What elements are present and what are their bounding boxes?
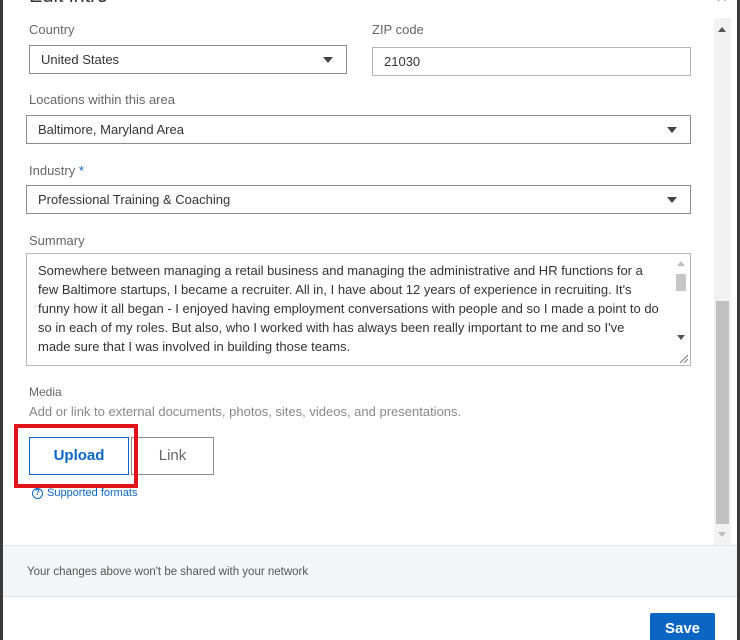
help-circle-icon: ? bbox=[32, 487, 43, 499]
scroll-down-icon[interactable] bbox=[718, 532, 726, 537]
chevron-down-icon bbox=[667, 127, 677, 133]
media-description: Add or link to external documents, photo… bbox=[29, 404, 462, 419]
chevron-down-icon bbox=[323, 57, 333, 63]
highlight-box bbox=[14, 424, 138, 488]
scroll-down-icon[interactable] bbox=[677, 335, 685, 340]
scroll-up-icon[interactable] bbox=[677, 261, 685, 266]
share-notice-bar: Your changes above won't be shared with … bbox=[3, 545, 737, 597]
scroll-up-icon[interactable] bbox=[718, 27, 726, 32]
media-label: Media bbox=[29, 385, 62, 399]
country-label: Country bbox=[29, 22, 75, 37]
industry-select[interactable]: Professional Training & Coaching bbox=[26, 185, 691, 214]
zip-value: 21030 bbox=[384, 54, 421, 69]
close-icon[interactable]: × bbox=[716, 0, 727, 6]
link-button[interactable]: Link bbox=[131, 437, 214, 475]
supported-formats-link[interactable]: ? Supported formats bbox=[32, 487, 138, 499]
supported-formats-label: Supported formats bbox=[47, 487, 138, 499]
summary-text: Somewhere between managing a retail busi… bbox=[38, 263, 659, 354]
edit-intro-modal: Edit intro × Country United States ZIP c… bbox=[3, 0, 737, 640]
scroll-thumb[interactable] bbox=[676, 274, 686, 291]
modal-title: Edit intro bbox=[29, 0, 108, 8]
zip-input[interactable]: 21030 bbox=[372, 47, 691, 76]
industry-label-text: Industry bbox=[29, 163, 76, 178]
summary-textarea[interactable]: Somewhere between managing a retail busi… bbox=[26, 253, 691, 366]
zip-label: ZIP code bbox=[372, 22, 424, 37]
country-value: United States bbox=[41, 52, 120, 67]
locations-select[interactable]: Baltimore, Maryland Area bbox=[26, 115, 691, 144]
required-marker: * bbox=[78, 163, 84, 178]
modal-scrollbar[interactable] bbox=[714, 18, 731, 545]
country-select[interactable]: United States bbox=[29, 45, 347, 74]
summary-label: Summary bbox=[29, 233, 85, 248]
locations-value: Baltimore, Maryland Area bbox=[38, 122, 184, 137]
summary-scrollbar[interactable] bbox=[673, 255, 689, 364]
resize-handle-icon[interactable] bbox=[678, 353, 688, 363]
save-button[interactable]: Save bbox=[650, 613, 715, 640]
industry-value: Professional Training & Coaching bbox=[38, 192, 231, 207]
scroll-thumb[interactable] bbox=[716, 301, 729, 524]
share-notice-text: Your changes above won't be shared with … bbox=[27, 566, 309, 578]
locations-label: Locations within this area bbox=[29, 92, 175, 107]
industry-label: Industry * bbox=[29, 163, 84, 178]
chevron-down-icon bbox=[667, 197, 677, 203]
